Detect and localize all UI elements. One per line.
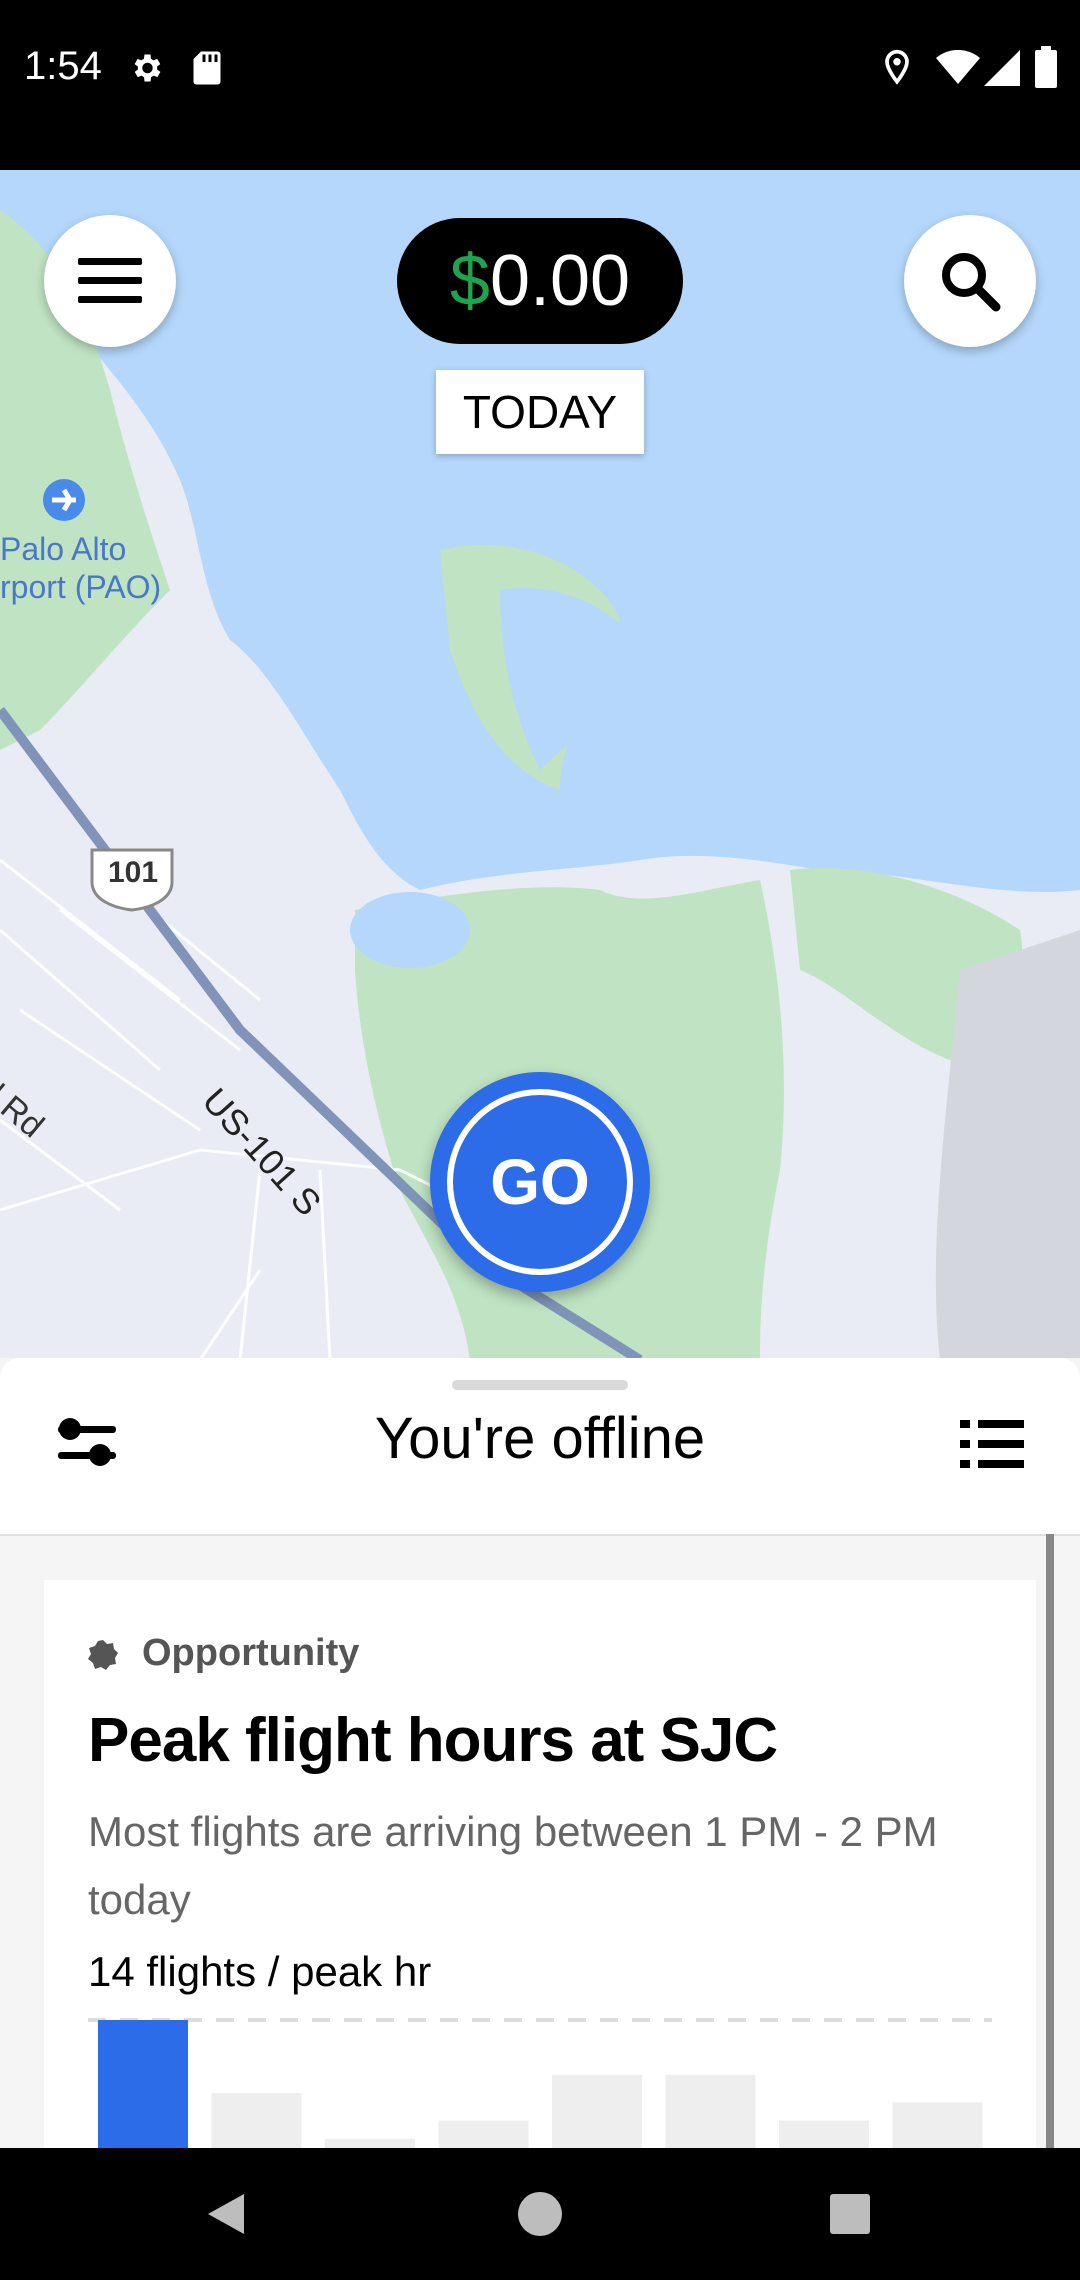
go-online-button[interactable]: GO — [430, 1072, 650, 1292]
chart-bar — [211, 2093, 302, 2148]
chart-bar — [325, 2138, 415, 2148]
signal-icon — [984, 50, 1020, 86]
status-time: 1:54 — [24, 44, 102, 88]
flight-volume-chart — [88, 2018, 992, 2148]
opportunity-badge-icon — [88, 1640, 118, 1670]
chart-bars — [98, 2020, 983, 2148]
home-icon[interactable] — [518, 2192, 562, 2236]
card-category: Opportunity — [142, 1632, 360, 1674]
pond — [350, 892, 470, 968]
airport-label: Palo Alto rport (PAO) — [0, 530, 161, 606]
back-icon[interactable] — [204, 2190, 248, 2238]
menu-button[interactable] — [44, 215, 176, 347]
earnings-button[interactable]: $ 0.00 — [397, 218, 683, 344]
recents-icon[interactable] — [830, 2194, 870, 2234]
earnings-currency: $ — [449, 241, 490, 321]
search-icon — [942, 253, 1001, 312]
airport-label-line2: rport (PAO) — [0, 569, 162, 605]
chart-bar — [552, 2074, 642, 2148]
earnings-period-label: TODAY — [436, 370, 644, 454]
online-status-title: You're offline — [374, 1406, 706, 1471]
card-metric: 14 flights / peak hr — [88, 1948, 432, 1995]
scrollbar[interactable] — [1046, 1534, 1054, 2148]
status-bar: 1:54 — [0, 0, 1080, 170]
chart-bar — [438, 2120, 529, 2148]
card-description: Most flights are arriving between 1 PM -… — [88, 1808, 938, 1923]
sd-card-icon — [193, 51, 221, 85]
chart-bar — [779, 2120, 869, 2148]
go-button-label: GO — [447, 1089, 633, 1275]
chart-bar — [665, 2074, 756, 2148]
chart-bar-peak — [98, 2020, 188, 2148]
location-icon — [885, 49, 909, 85]
airport-label-line1: Palo Alto — [0, 531, 127, 567]
card-title: Peak flight hours at SJC — [88, 1706, 778, 1775]
gear-icon — [134, 54, 161, 82]
wifi-icon — [936, 50, 980, 84]
sheet-drag-handle[interactable] — [452, 1380, 628, 1390]
earnings-amount: 0.00 — [489, 241, 631, 321]
battery-icon — [1035, 46, 1057, 88]
list-icon[interactable] — [960, 1418, 1024, 1470]
chart-bar — [892, 2102, 983, 2148]
search-button[interactable] — [904, 215, 1036, 347]
hamburger-menu-icon — [78, 258, 142, 303]
highway-shield-label: 101 — [107, 856, 159, 889]
